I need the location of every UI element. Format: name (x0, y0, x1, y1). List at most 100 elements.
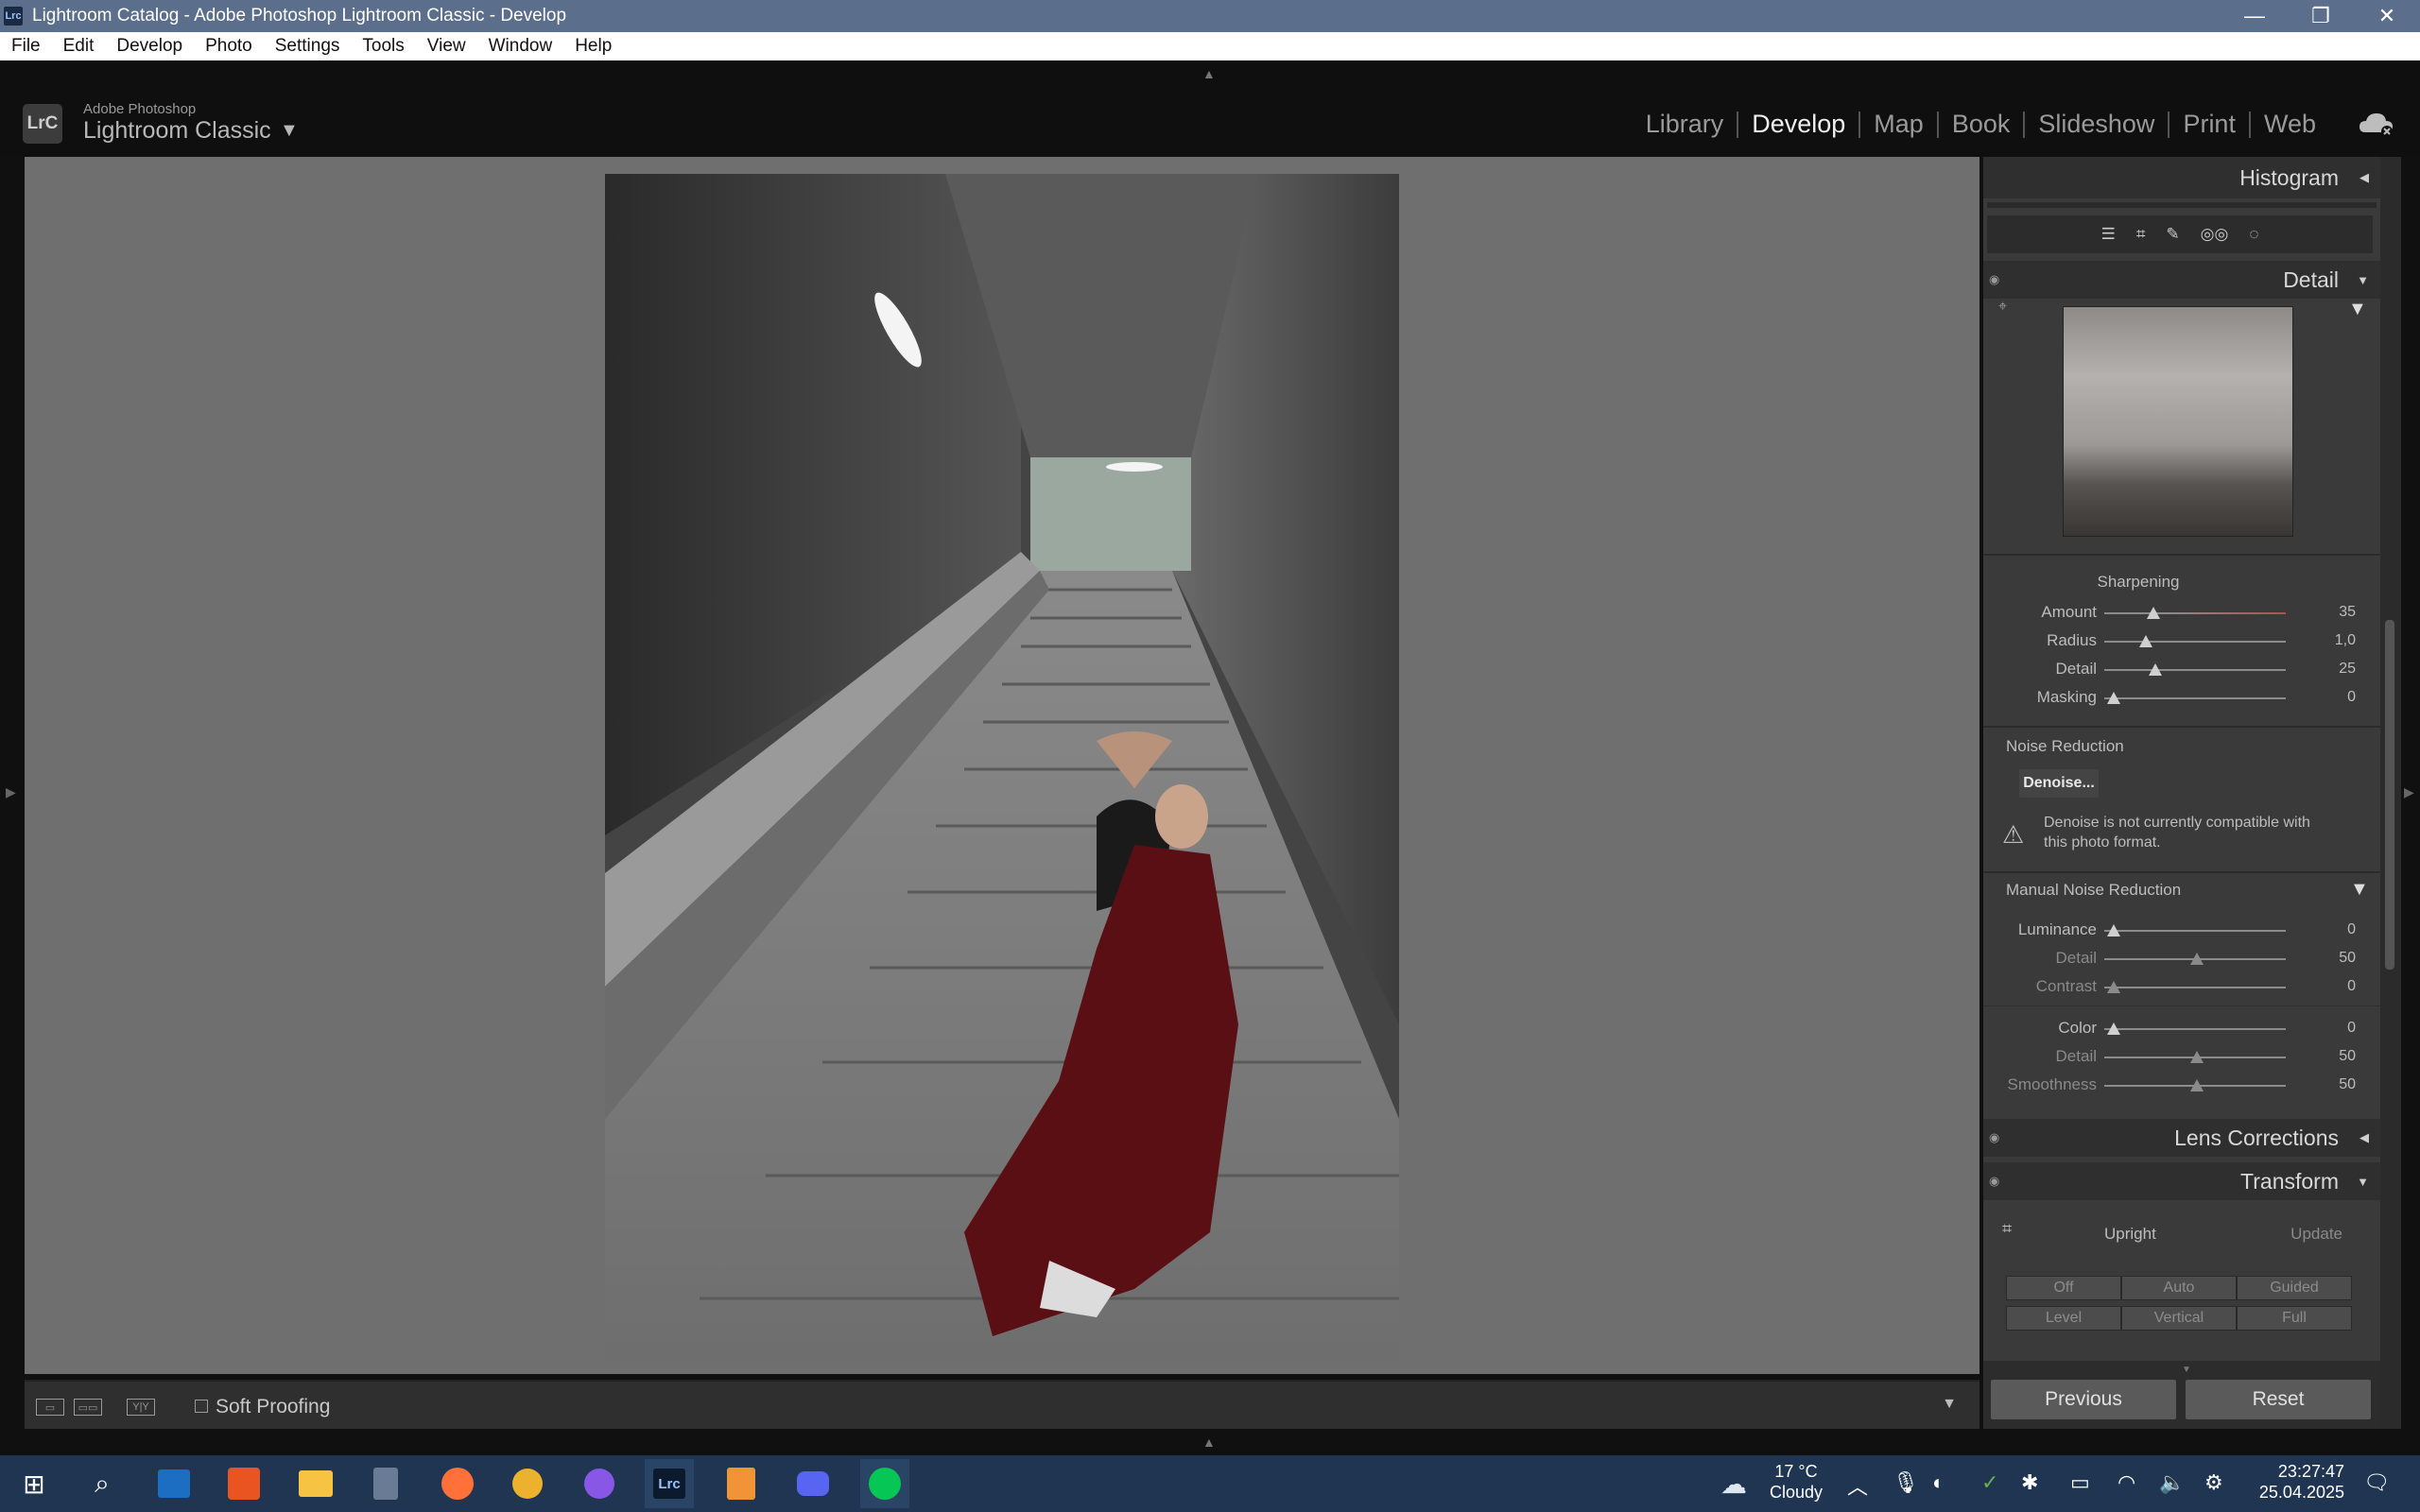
detail-target-icon[interactable]: ⌖ (1998, 299, 2007, 316)
module-map[interactable]: Map (1860, 110, 1937, 139)
sharpening-slider-track[interactable] (2104, 607, 2286, 619)
notifications-icon[interactable]: 🗨 (2363, 1470, 2390, 1495)
firefox-icon[interactable] (433, 1459, 482, 1508)
transform-crop-icon[interactable]: ⌗ (2002, 1219, 2012, 1239)
noise_reduction-slider-thumb[interactable] (2189, 1079, 2204, 1091)
github-icon[interactable] (575, 1459, 624, 1508)
sharpening-slider-thumb[interactable] (2106, 692, 2120, 704)
noise_reduction-slider-thumb[interactable] (2106, 924, 2120, 936)
check-icon[interactable]: ✓ (1981, 1470, 1998, 1495)
menu-file[interactable]: File (11, 36, 41, 57)
before-after-icon[interactable]: ▭▭ (74, 1399, 102, 1416)
sublime-text-icon[interactable] (717, 1459, 766, 1508)
noise_reduction-slider-value[interactable]: 0 (2308, 1020, 2356, 1037)
cloud-sync-icon[interactable] (2358, 110, 2395, 138)
right-panel-toggle-icon[interactable]: ▶ (2404, 784, 2414, 800)
clock[interactable]: 23:27:47 25.04.2025 (2250, 1461, 2344, 1503)
upright-level-button[interactable]: Level (2006, 1306, 2121, 1331)
noise_reduction-slider-value[interactable]: 0 (2308, 978, 2356, 995)
toolbar-menu-chevron-icon[interactable]: ▼ (1942, 1396, 1957, 1413)
detail-collapse-icon[interactable]: ▼ (2357, 273, 2369, 287)
calculator-icon[interactable] (361, 1459, 410, 1508)
previous-button[interactable]: Previous (1991, 1380, 2176, 1419)
sharpening-slider-track[interactable] (2104, 663, 2286, 676)
slack-tray-icon[interactable]: ✱ (2021, 1470, 2038, 1495)
detail-header[interactable]: ◉ Detail ▼ (1983, 261, 2380, 299)
histogram-collapse-icon[interactable]: ◀ (2360, 170, 2369, 185)
module-slideshow[interactable]: Slideshow (2025, 110, 2168, 139)
update-button[interactable]: Update (2286, 1225, 2342, 1244)
menu-help[interactable]: Help (575, 36, 612, 57)
battery-icon[interactable]: ▭ (2070, 1470, 2090, 1495)
sharpening-slider-value[interactable]: 1,0 (2308, 632, 2356, 649)
noise_reduction-slider-track[interactable] (2104, 981, 2286, 993)
photo-preview[interactable] (605, 174, 1399, 1361)
upright-auto-button[interactable]: Auto (2121, 1276, 2237, 1300)
panel-scrollbar[interactable] (2380, 157, 2401, 1429)
healing-brush-icon[interactable]: ✎ (2166, 225, 2179, 244)
menu-window[interactable]: Window (489, 36, 553, 57)
noise_reduction-slider-thumb[interactable] (2106, 981, 2120, 993)
detail-preview-image[interactable] (2063, 306, 2293, 537)
noise_reduction-slider-value[interactable]: 0 (2308, 921, 2356, 938)
before-after-split-icon[interactable]: Y|Y (127, 1399, 155, 1416)
menu-photo[interactable]: Photo (205, 36, 252, 57)
upright-guided-button[interactable]: Guided (2237, 1276, 2352, 1300)
noise_reduction-slider-track[interactable] (2104, 953, 2286, 965)
edit-sliders-icon[interactable]: ☰ (2101, 225, 2116, 244)
detail-visibility-icon[interactable]: ◉ (1989, 272, 1999, 287)
sharpening-slider-thumb[interactable] (2139, 635, 2153, 647)
collapse-filmstrip-icon[interactable]: ▲ (1202, 1435, 1216, 1450)
sharpening-slider-track[interactable] (2104, 692, 2286, 704)
transform-collapse-icon[interactable]: ▼ (2357, 1175, 2369, 1189)
lens-visibility-icon[interactable]: ◉ (1989, 1130, 1999, 1145)
histogram-header[interactable]: Histogram ◀ (1983, 157, 2380, 198)
noise_reduction-slider-thumb[interactable] (2189, 1051, 2204, 1063)
weather-widget[interactable]: 17 °C Cloudy (1770, 1461, 1823, 1503)
microphone-icon[interactable]: 🎙 (1893, 1470, 1919, 1495)
identity-name[interactable]: Lightroom Classic (83, 117, 271, 145)
red-eye-icon[interactable]: ◎◎ (2201, 225, 2229, 244)
menu-edit[interactable]: Edit (63, 36, 95, 57)
wifi-icon[interactable]: ◠ (2118, 1470, 2135, 1495)
identity-caret-icon[interactable]: ▼ (280, 120, 299, 142)
noise_reduction-slider-track[interactable] (2104, 1079, 2286, 1091)
lightroom-taskbar-icon[interactable]: Lrc (645, 1459, 694, 1508)
soft-proofing-checkbox[interactable] (195, 1400, 208, 1413)
upright-full-button[interactable]: Full (2237, 1306, 2352, 1331)
image-canvas[interactable] (25, 157, 1979, 1374)
noise_reduction-slider-value[interactable]: 50 (2308, 1076, 2356, 1093)
menu-view[interactable]: View (427, 36, 466, 57)
volume-icon[interactable]: 🔈 (2159, 1470, 2185, 1495)
menu-settings[interactable]: Settings (275, 36, 340, 57)
sharpening-slider-thumb[interactable] (2146, 607, 2160, 619)
module-develop[interactable]: Develop (1738, 110, 1858, 139)
noise_reduction-slider-track[interactable] (2104, 1051, 2286, 1063)
upright-off-button[interactable]: Off (2006, 1276, 2121, 1300)
vpn-icon[interactable]: ◐ (1932, 1470, 1945, 1495)
module-library[interactable]: Library (1633, 110, 1737, 139)
noise_reduction-slider-value[interactable]: 50 (2308, 950, 2356, 967)
module-web[interactable]: Web (2251, 110, 2329, 139)
noise_reduction-slider-thumb[interactable] (2189, 953, 2204, 965)
menu-tools[interactable]: Tools (362, 36, 404, 57)
slack-icon[interactable] (503, 1459, 552, 1508)
upright-vertical-button[interactable]: Vertical (2121, 1306, 2237, 1331)
scrollbar-thumb[interactable] (2385, 620, 2394, 970)
sharpening-slider-value[interactable]: 0 (2308, 689, 2356, 706)
transform-visibility-icon[interactable]: ◉ (1989, 1174, 1999, 1189)
reset-button[interactable]: Reset (2186, 1380, 2371, 1419)
file-explorer-icon[interactable] (291, 1459, 340, 1508)
manual-noise-collapse-icon[interactable]: ▼ (2350, 879, 2369, 901)
line-icon[interactable] (860, 1459, 909, 1508)
lens-collapse-icon[interactable]: ◀ (2360, 1130, 2369, 1145)
sharpening-slider-value[interactable]: 35 (2308, 604, 2356, 621)
noise_reduction-slider-value[interactable]: 50 (2308, 1048, 2356, 1065)
sharpening-slider-track[interactable] (2104, 635, 2286, 647)
ubuntu-icon[interactable] (219, 1459, 268, 1508)
minimize-button[interactable]: — (2221, 0, 2288, 32)
transform-header[interactable]: ◉ Transform ▼ (1983, 1162, 2380, 1200)
sharpening-slider-thumb[interactable] (2148, 663, 2162, 676)
outlook-icon[interactable] (149, 1459, 199, 1508)
weather-cloud-icon[interactable]: ☁ (1709, 1459, 1758, 1508)
